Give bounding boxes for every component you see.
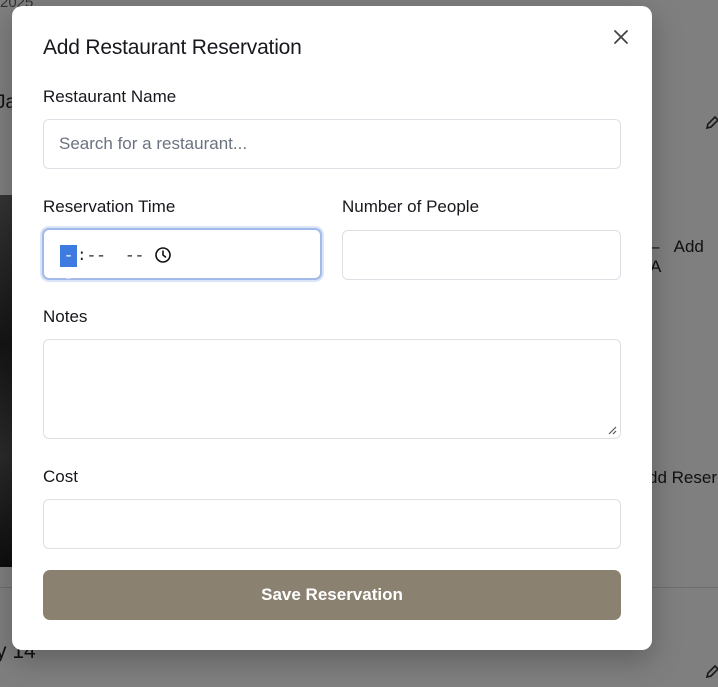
time-minute-ampm-segments[interactable]: :-- -- <box>77 245 144 267</box>
restaurant-name-label: Restaurant Name <box>43 87 177 106</box>
cost-label: Cost <box>43 467 78 486</box>
close-icon <box>614 30 628 44</box>
time-hour-segment[interactable]: -- <box>60 245 77 287</box>
notes-label: Notes <box>43 307 88 326</box>
modal-title: Add Restaurant Reservation <box>43 36 302 59</box>
cost-input[interactable] <box>43 499 621 549</box>
resize-handle-icon[interactable] <box>607 425 617 435</box>
number-of-people-label: Number of People <box>342 197 480 216</box>
save-reservation-button[interactable]: Save Reservation <box>43 570 621 620</box>
close-button[interactable] <box>610 26 632 48</box>
notes-textarea[interactable] <box>43 339 621 439</box>
number-of-people-input[interactable] <box>342 230 621 280</box>
reservation-time-input[interactable]: -- :-- -- <box>42 228 322 287</box>
add-reservation-modal: Add Restaurant Reservation Restaurant Na… <box>12 6 652 650</box>
clock-icon[interactable] <box>154 246 172 264</box>
reservation-time-label: Reservation Time <box>43 197 176 216</box>
restaurant-search-input[interactable] <box>43 119 621 169</box>
